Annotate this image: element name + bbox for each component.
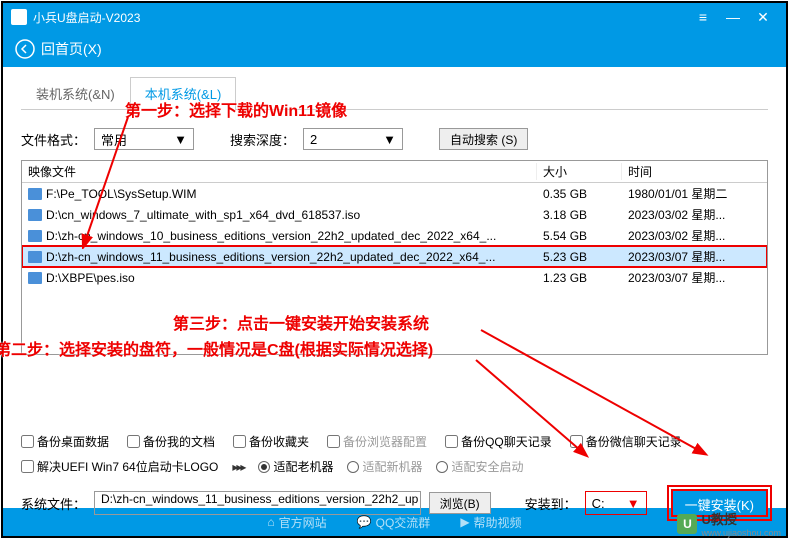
tab-install-system[interactable]: 装机系统(&N) xyxy=(21,77,130,109)
table-row[interactable]: D:\zh-cn_windows_11_business_editions_ve… xyxy=(22,246,767,267)
auto-search-button[interactable]: 自动搜索 (S) xyxy=(439,128,528,150)
file-format-label: 文件格式： xyxy=(21,130,86,149)
table-row[interactable]: D:\cn_windows_7_ultimate_with_sp1_x64_dv… xyxy=(22,204,767,225)
chat-icon: 💬 xyxy=(357,515,372,529)
app-logo-icon xyxy=(11,9,27,25)
watermark-badge-icon: U xyxy=(677,514,697,534)
file-icon xyxy=(28,188,42,200)
file-icon xyxy=(28,251,42,263)
chevron-down-icon: ▼ xyxy=(383,132,396,147)
minimize-icon[interactable]: — xyxy=(718,9,748,25)
radio-new-machine[interactable]: 适配新机器 xyxy=(347,458,422,475)
browse-button[interactable]: 浏览(B) xyxy=(429,492,491,514)
tabs: 装机系统(&N) 本机系统(&L) xyxy=(21,77,768,110)
check-backup-docs[interactable]: 备份我的文档 xyxy=(127,433,215,450)
title-bar: 小兵U盘启动-V2023 ≡ — ✕ xyxy=(3,3,786,31)
menu-icon[interactable]: ≡ xyxy=(688,9,718,25)
check-backup-desktop[interactable]: 备份桌面数据 xyxy=(21,433,109,450)
check-backup-fav[interactable]: 备份收藏夹 xyxy=(233,433,309,450)
tab-local-system[interactable]: 本机系统(&L) xyxy=(130,77,237,110)
radio-secure-boot[interactable]: 适配安全启动 xyxy=(436,458,523,475)
close-icon[interactable]: ✕ xyxy=(748,9,778,26)
check-backup-qq[interactable]: 备份QQ聊天记录 xyxy=(445,433,552,450)
watermark: U U教授 www.ujiaoshou.com xyxy=(677,509,781,538)
home-icon: ⌂ xyxy=(267,515,274,529)
check-uefi-win7[interactable]: 解决UEFI Win7 64位启动卡LOGO xyxy=(21,458,218,475)
arrows-icon: ▸▸▸ xyxy=(232,460,244,474)
back-arrow-icon xyxy=(15,39,35,59)
window-title: 小兵U盘启动-V2023 xyxy=(33,9,140,26)
table-row[interactable]: D:\XBPE\pes.iso 1.23 GB 2023/03/07 星期... xyxy=(22,267,767,288)
col-time[interactable]: 时间 xyxy=(622,163,767,180)
image-table: 映像文件 大小 时间 F:\Pe_TOOL\SysSetup.WIM 0.35 … xyxy=(21,160,768,355)
table-row[interactable]: F:\Pe_TOOL\SysSetup.WIM 0.35 GB 1980/01/… xyxy=(22,183,767,204)
file-icon xyxy=(28,272,42,284)
col-image[interactable]: 映像文件 xyxy=(22,163,537,180)
search-depth-label: 搜索深度： xyxy=(230,130,295,149)
chevron-down-icon: ▼ xyxy=(627,496,640,511)
search-depth-select[interactable]: 2 ▼ xyxy=(303,128,403,150)
back-home-button[interactable]: 回首页(X) xyxy=(15,39,102,59)
sysfile-label: 系统文件： xyxy=(21,494,86,513)
video-icon: ▶ xyxy=(460,515,469,529)
col-size[interactable]: 大小 xyxy=(537,163,622,180)
check-backup-wechat[interactable]: 备份微信聊天记录 xyxy=(570,433,682,450)
file-icon xyxy=(28,209,42,221)
radio-old-machine[interactable]: 适配老机器 xyxy=(258,458,333,475)
install-to-select[interactable]: C: ▼ xyxy=(585,491,647,515)
file-format-select[interactable]: 常用 ▼ xyxy=(94,128,194,150)
table-row[interactable]: D:\zh-cn_windows_10_business_editions_ve… xyxy=(22,225,767,246)
sysfile-input[interactable]: D:\zh-cn_windows_11_business_editions_ve… xyxy=(94,491,421,515)
nav-bar: 回首页(X) xyxy=(3,31,786,67)
file-icon xyxy=(28,230,42,242)
chevron-down-icon: ▼ xyxy=(174,132,187,147)
install-to-label: 安装到： xyxy=(525,494,577,513)
check-backup-browser[interactable]: 备份浏览器配置 xyxy=(327,433,427,450)
back-label: 回首页(X) xyxy=(41,39,102,59)
